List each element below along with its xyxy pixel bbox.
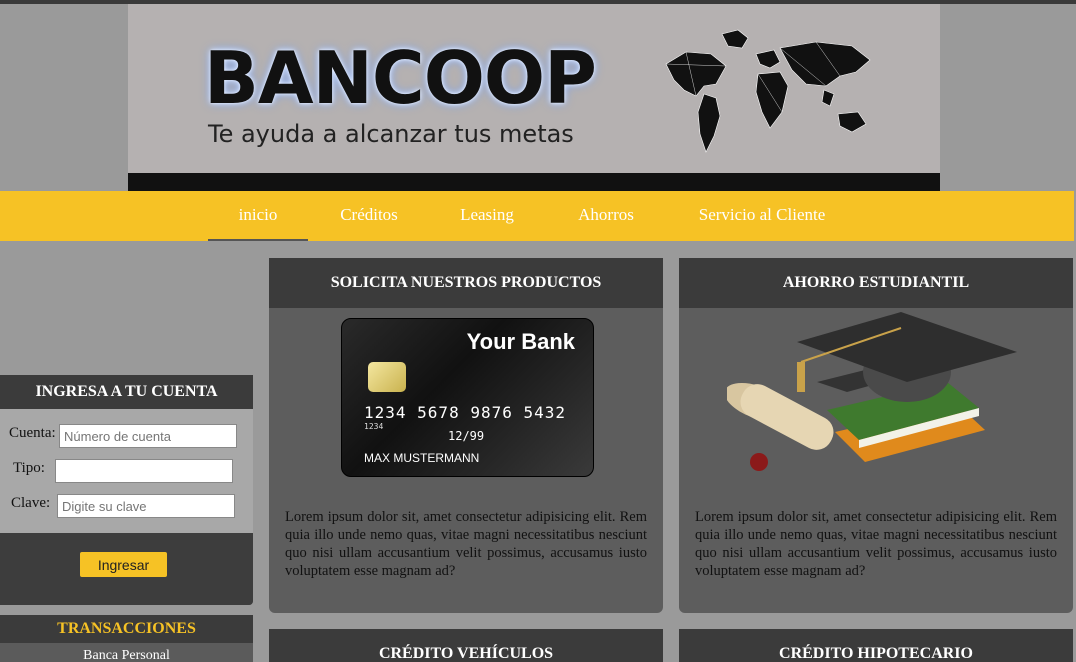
credit-card-image: Your Bank 1234 5678 9876 5432 1234 12/99… (341, 318, 594, 477)
product-card-solicita: SOLICITA NUESTROS PRODUCTOS Your Bank 12… (269, 258, 663, 613)
header-banner: BANCOOP Te ayuda a alcanzar tus metas (128, 4, 940, 191)
transactions-panel: TRANSACCIONES Banca Personal (0, 615, 253, 662)
account-type-input[interactable] (55, 459, 233, 483)
login-panel: INGRESA A TU CUENTA Cuenta: Tipo: Clave:… (0, 375, 253, 605)
nav-item-servicio-cliente[interactable]: Servicio al Cliente (688, 191, 836, 241)
cuenta-label: Cuenta: (9, 425, 56, 441)
transactions-item-banca-personal[interactable]: Banca Personal (0, 643, 253, 662)
login-footer: Ingresar (0, 533, 253, 605)
login-submit-button[interactable]: Ingresar (80, 552, 167, 577)
graduation-cap-icon (727, 312, 1017, 471)
tipo-label: Tipo: (13, 460, 45, 476)
clave-label: Clave: (11, 495, 51, 511)
credit-card-number: 1234 5678 9876 5432 (364, 403, 567, 422)
card-title: AHORRO ESTUDIANTIL (679, 258, 1073, 308)
credit-card-holder: MAX MUSTERMANN (364, 451, 480, 465)
banner-bottom-bar (128, 173, 940, 191)
card-title: CRÉDITO HIPOTECARIO (679, 629, 1073, 662)
credit-card-bank: Your Bank (466, 329, 575, 354)
login-title: INGRESA A TU CUENTA (0, 375, 253, 409)
world-map-icon (665, 29, 871, 153)
card-description: Lorem ipsum dolor sit, amet consectetur … (695, 509, 1057, 579)
password-input[interactable] (57, 494, 235, 518)
login-form: Cuenta: Tipo: Clave: (0, 409, 253, 533)
product-card-credito-hipotecario: CRÉDITO HIPOTECARIO (679, 629, 1073, 662)
nav-item-leasing[interactable]: Leasing (448, 191, 526, 241)
credit-card-small-number: 1234 (364, 422, 384, 431)
card-title: CRÉDITO VEHÍCULOS (269, 629, 663, 662)
main-nav: inicio Créditos Leasing Ahorros Servicio… (0, 191, 1074, 241)
account-number-input[interactable] (59, 424, 237, 448)
nav-item-creditos[interactable]: Créditos (326, 191, 412, 241)
nav-item-ahorros[interactable]: Ahorros (566, 191, 646, 241)
product-card-ahorro-estudiantil: AHORRO ESTUDIANTIL Lorem ipsum dolor sit… (679, 258, 1073, 613)
transactions-title: TRANSACCIONES (0, 615, 253, 643)
card-description: Lorem ipsum dolor sit, amet consectetur … (285, 509, 647, 579)
credit-card-expiry: 12/99 (448, 429, 485, 443)
product-card-credito-vehiculos: CRÉDITO VEHÍCULOS (269, 629, 663, 662)
brand-logo: BANCOOP (204, 36, 597, 120)
chip-icon (368, 362, 406, 392)
nav-item-inicio[interactable]: inicio (208, 191, 308, 241)
card-title: SOLICITA NUESTROS PRODUCTOS (269, 258, 663, 308)
brand-tagline: Te ayuda a alcanzar tus metas (208, 120, 574, 148)
